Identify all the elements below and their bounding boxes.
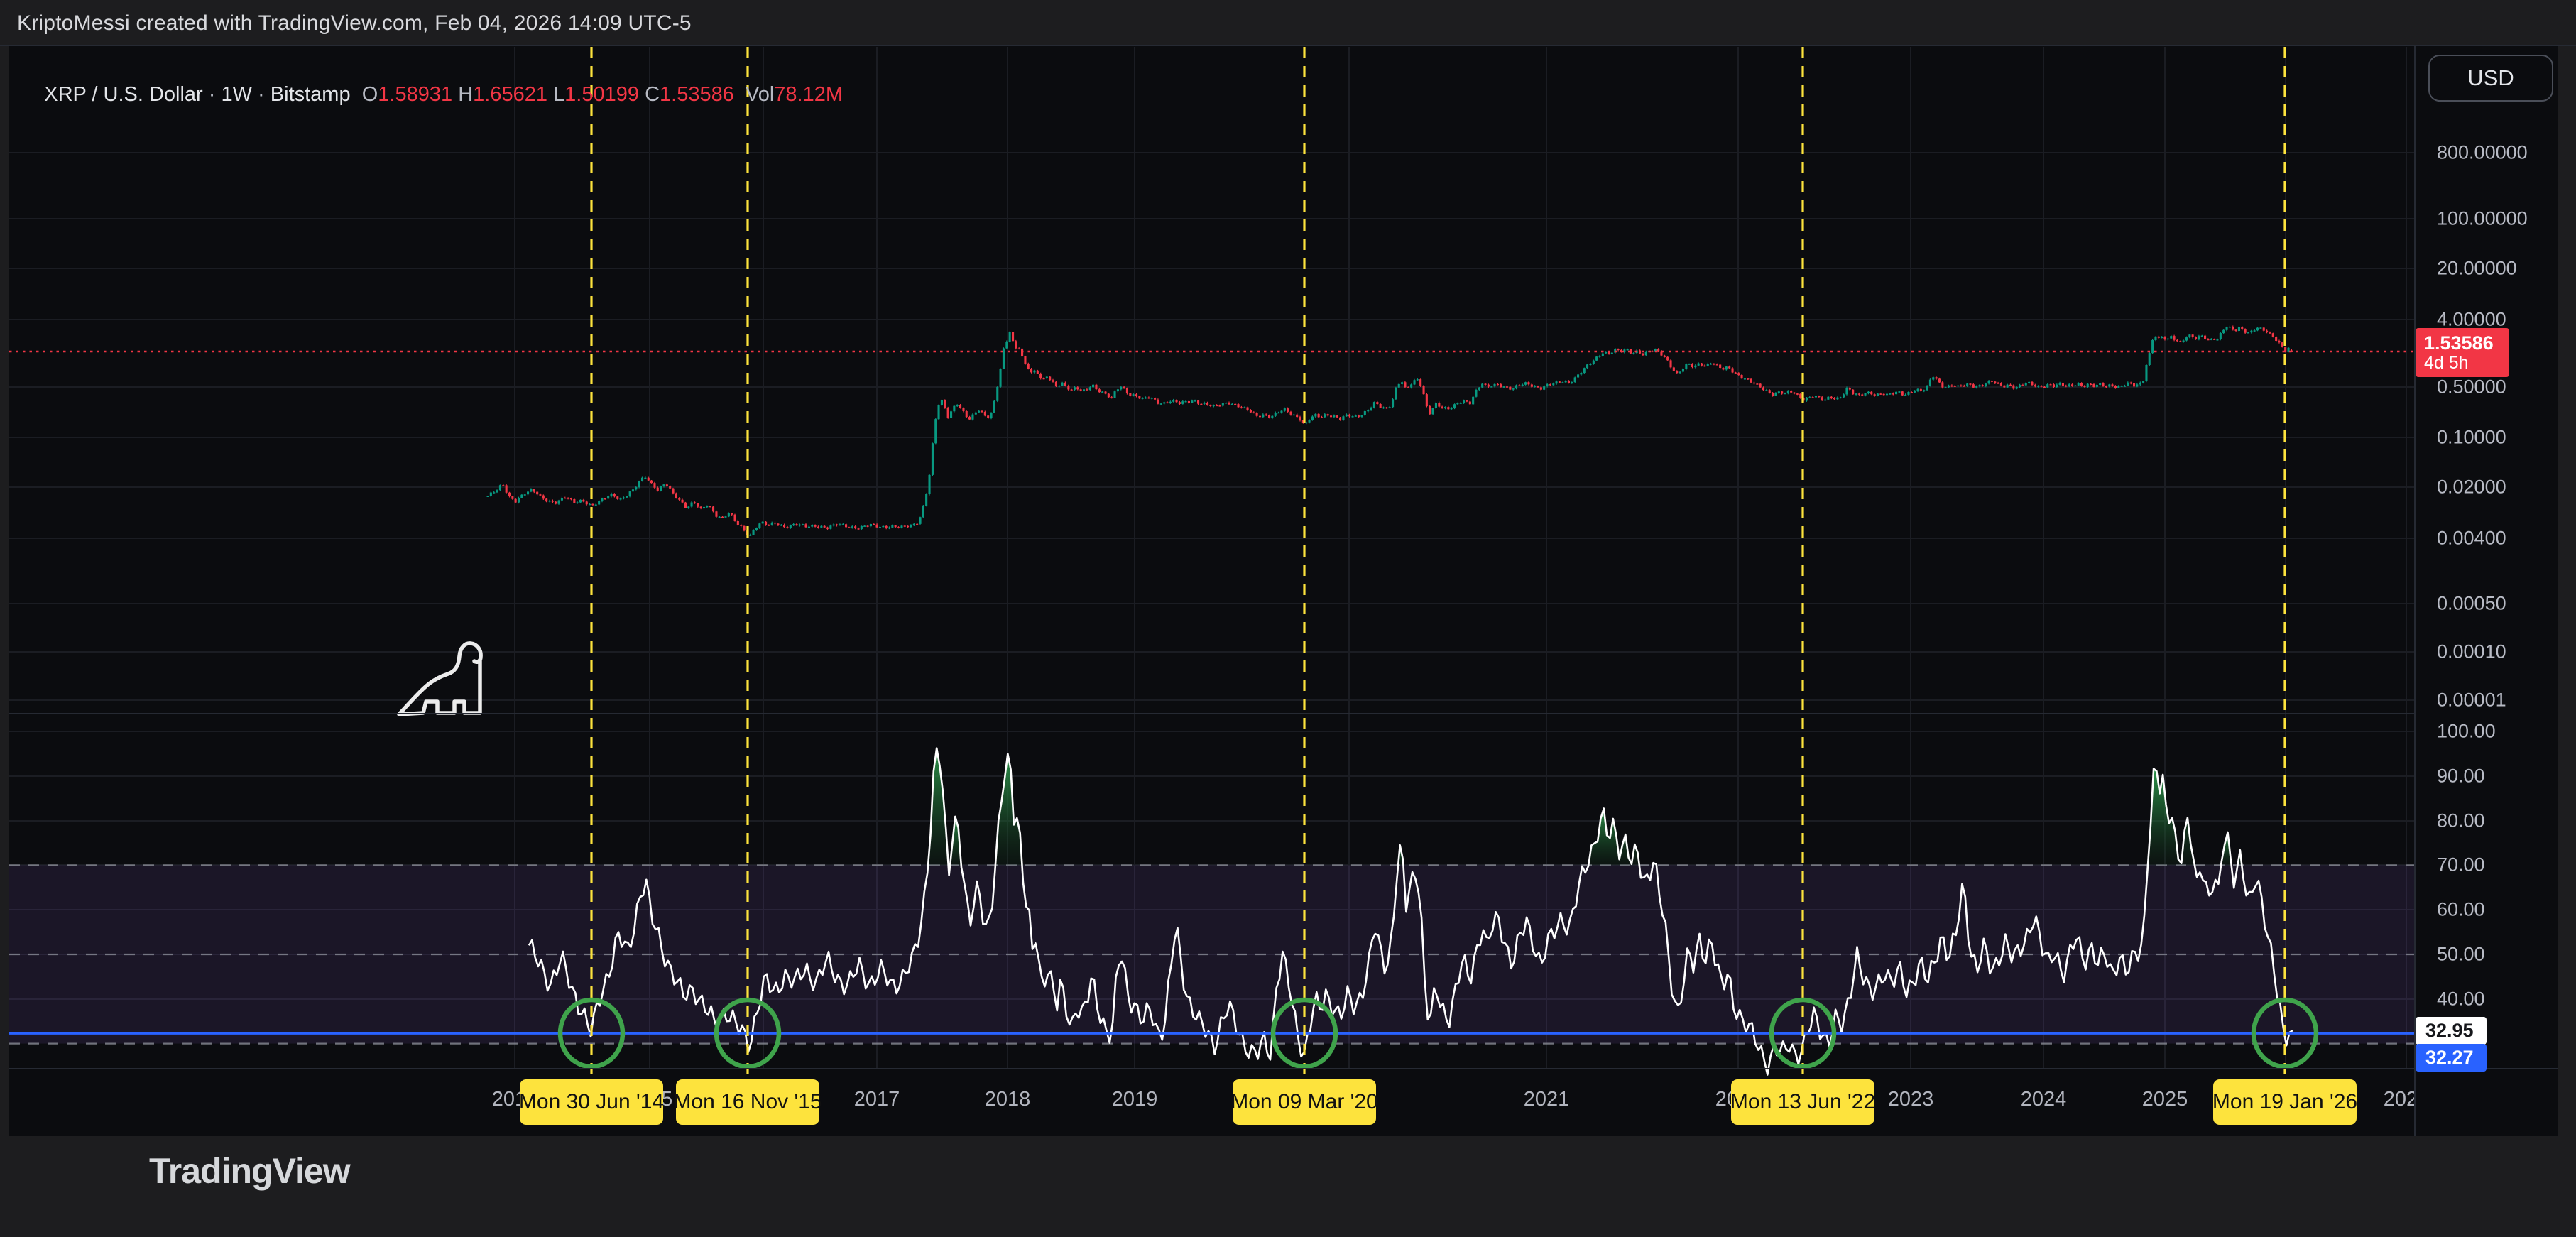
price-axis-tick: 100.00000 bbox=[2437, 208, 2528, 230]
rsi-value-label: 32.95 bbox=[2416, 1017, 2487, 1045]
price-axis-tick: 4.00000 bbox=[2437, 309, 2506, 331]
date-marker-label[interactable]: Mon 16 Nov '15 bbox=[676, 1079, 819, 1125]
rsi-overbought-fill bbox=[928, 748, 2242, 866]
symbol-legend[interactable]: XRP / U.S. Dollar · 1W · Bitstamp O1.589… bbox=[21, 60, 843, 130]
symbol-title[interactable]: XRP / U.S. Dollar bbox=[44, 83, 202, 106]
year-label: 2018 bbox=[985, 1088, 1031, 1111]
time-axis[interactable]: 2014201520162017201820192020202120222023… bbox=[9, 1069, 2416, 1136]
date-marker-label[interactable]: Mon 30 Jun '14 bbox=[520, 1079, 663, 1125]
date-marker-label[interactable]: Mon 19 Jan '26 bbox=[2213, 1079, 2357, 1125]
volume-value: 78.12M bbox=[774, 83, 843, 106]
dinosaur-sticker[interactable] bbox=[399, 643, 481, 714]
high-value: 1.65621 bbox=[473, 83, 547, 106]
rsi-axis-tick: 70.00 bbox=[2437, 854, 2485, 876]
exchange: Bitstamp bbox=[271, 83, 351, 106]
open-label: O bbox=[362, 83, 378, 106]
price-axis-tick: 0.50000 bbox=[2437, 376, 2506, 398]
close-label: C bbox=[645, 83, 660, 106]
bar-countdown: 4d 5h bbox=[2424, 354, 2509, 373]
currency-button[interactable]: USD bbox=[2428, 55, 2553, 102]
rsi-axis-tick: 80.00 bbox=[2437, 810, 2485, 832]
year-label: 2019 bbox=[1112, 1088, 1158, 1111]
topbar-divider bbox=[0, 45, 2576, 46]
year-label: 2021 bbox=[1524, 1088, 1570, 1111]
interval[interactable]: 1W bbox=[222, 83, 253, 106]
open-value: 1.58931 bbox=[378, 83, 452, 106]
rsi-band bbox=[9, 865, 2414, 1043]
rsi-horizontal-line-label: 32.27 bbox=[2416, 1044, 2487, 1072]
axis-divider[interactable] bbox=[2414, 46, 2416, 1136]
year-label: 2023 bbox=[1888, 1088, 1934, 1111]
low-label: L bbox=[553, 83, 564, 106]
price-axis-tick: 0.02000 bbox=[2437, 476, 2506, 498]
pane-divider[interactable] bbox=[9, 713, 2416, 714]
tradingview-screenshot: KriptoMessi created with TradingView.com… bbox=[0, 0, 2576, 1237]
rsi-axis-tick: 60.00 bbox=[2437, 899, 2485, 921]
price-axis-tick: 800.00000 bbox=[2437, 142, 2528, 164]
rsi-axis-tick: 90.00 bbox=[2437, 765, 2485, 788]
high-label: H bbox=[458, 83, 473, 106]
rsi-axis-tick: 100.00 bbox=[2437, 721, 2496, 743]
date-marker-label[interactable]: Mon 13 Jun '22 bbox=[1731, 1079, 1874, 1125]
year-label: 2025 bbox=[2142, 1088, 2188, 1111]
price-axis-tick: 0.00001 bbox=[2437, 690, 2506, 712]
year-label: 2017 bbox=[854, 1088, 900, 1111]
date-marker-label[interactable]: Mon 09 Mar '20 bbox=[1233, 1079, 1376, 1125]
tradingview-brand-text[interactable]: TradingView bbox=[149, 1150, 350, 1192]
price-axis-tick: 0.00010 bbox=[2437, 641, 2506, 663]
close-value: 1.53586 bbox=[660, 83, 734, 106]
price-axis-tick: 0.00400 bbox=[2437, 528, 2506, 550]
price-axis-tick: 0.00050 bbox=[2437, 593, 2506, 615]
timeaxis-divider bbox=[9, 1068, 2558, 1069]
rsi-axis-tick: 40.00 bbox=[2437, 988, 2485, 1010]
price-axis-tick: 20.00000 bbox=[2437, 258, 2517, 280]
last-price-value: 1.53586 bbox=[2424, 332, 2509, 354]
footer-bar: TradingView bbox=[0, 1136, 2576, 1237]
low-value: 1.50199 bbox=[564, 83, 639, 106]
last-price-label: 1.53586 4d 5h bbox=[2416, 328, 2509, 377]
price-axis-tick: 0.10000 bbox=[2437, 427, 2506, 449]
year-label: 2027 bbox=[2384, 1088, 2416, 1111]
volume-label: Vol bbox=[746, 83, 774, 106]
year-label: 2024 bbox=[2021, 1088, 2067, 1111]
candles[interactable] bbox=[487, 326, 2293, 537]
chart-canvas[interactable] bbox=[0, 0, 2576, 1237]
rsi-axis-tick: 50.00 bbox=[2437, 944, 2485, 966]
